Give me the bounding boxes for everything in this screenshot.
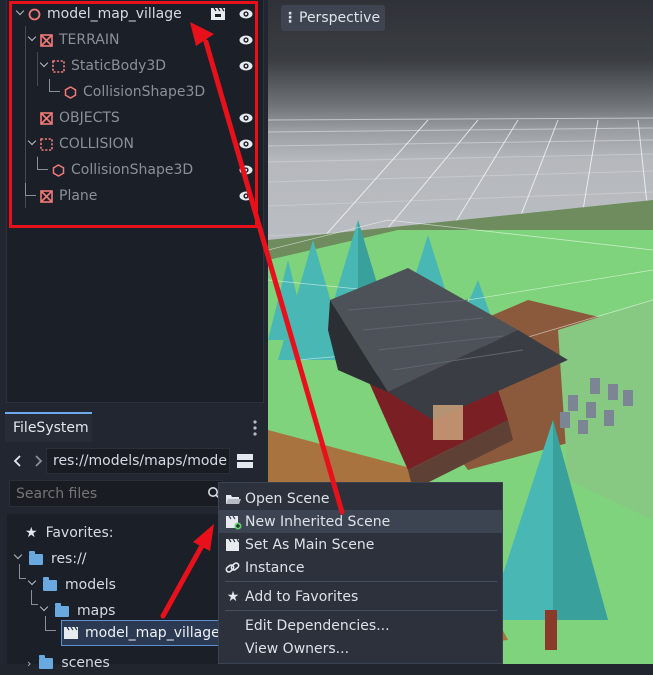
context-menu: Open Scene New Inherited Scene Set As Ma… [218, 482, 503, 664]
folder-label: models [65, 577, 116, 593]
chevron-down-icon[interactable] [27, 138, 37, 148]
search-files-input[interactable] [9, 480, 223, 507]
tree-node-objects[interactable]: OBJECTS [7, 105, 263, 131]
kebab-menu-icon: ⋮ [283, 10, 297, 26]
tree-branch [49, 79, 60, 92]
favorites-item[interactable]: ★ Favorites: [25, 521, 114, 545]
mesh-instance-icon [40, 112, 53, 125]
folder-scenes[interactable]: › scenes [27, 651, 110, 675]
tree-branch [31, 590, 38, 605]
tab-filesystem[interactable]: FileSystem [5, 412, 92, 442]
scene-clapper-icon[interactable] [210, 7, 226, 21]
perspective-button[interactable]: ⋮ Perspective [281, 5, 385, 31]
clapper-icon [226, 538, 240, 551]
split-view-icon[interactable] [236, 451, 254, 471]
folder-label: maps [77, 603, 116, 619]
tree-node-collision[interactable]: COLLISION [7, 131, 263, 157]
tree-node-label: TERRAIN [59, 32, 120, 48]
tree-branch [19, 564, 26, 579]
mesh-instance-icon [40, 34, 53, 47]
inherited-scene-icon [226, 515, 242, 529]
tree-node-label: Plane [59, 188, 98, 204]
visibility-eye-icon[interactable] [239, 59, 253, 73]
menu-item-edit-dependencies[interactable]: Edit Dependencies... [219, 614, 502, 637]
visibility-eye-icon[interactable] [239, 137, 253, 151]
tree-node-label: StaticBody3D [71, 58, 167, 74]
menu-item-view-owners[interactable]: View Owners... [219, 637, 502, 660]
tree-node-label: OBJECTS [59, 110, 120, 126]
tree-node-model-map-village[interactable]: model_map_village [7, 1, 263, 27]
chevron-down-icon[interactable] [39, 60, 49, 70]
chevron-right-icon[interactable]: › [27, 657, 31, 670]
tab-label: FileSystem [13, 420, 89, 436]
visibility-eye-icon[interactable] [239, 33, 253, 47]
forward-arrow-icon[interactable] [32, 454, 44, 468]
tree-node-collisionshape3d[interactable]: CollisionShape3D [7, 157, 263, 183]
tree-node-plane[interactable]: Plane [7, 183, 263, 209]
chevron-down-icon[interactable] [15, 8, 25, 18]
tree-branch [25, 183, 36, 196]
menu-item-spacer [224, 618, 242, 634]
visibility-eye-icon[interactable] [239, 189, 253, 203]
mesh-instance-icon [40, 190, 53, 203]
back-arrow-icon[interactable] [12, 454, 24, 468]
menu-separator [225, 610, 497, 611]
tree-node-label: CollisionShape3D [83, 84, 206, 100]
scene-tree: model_map_village TERRAIN StaticBody3D C… [6, 0, 264, 403]
visibility-eye-icon[interactable] [239, 163, 253, 177]
menu-item-open-scene[interactable]: Open Scene [219, 487, 502, 510]
file-label: model_map_village.g [85, 625, 234, 641]
link-icon [225, 561, 240, 573]
scene-file-icon [64, 626, 78, 639]
menu-item-add-to-favorites[interactable]: ★ Add to Favorites [219, 585, 502, 608]
favorites-label: Favorites: [45, 525, 114, 541]
folder-label: res:// [51, 551, 87, 567]
chevron-down-icon[interactable] [39, 604, 49, 614]
folder-icon [29, 550, 43, 565]
collision-shape-icon [52, 164, 65, 177]
folder-icon [39, 654, 54, 669]
tree-branch [45, 616, 56, 631]
tree-node-collisionshape3d[interactable]: CollisionShape3D [7, 79, 263, 105]
menu-item-new-inherited-scene[interactable]: New Inherited Scene [219, 510, 502, 533]
chevron-down-icon[interactable] [13, 552, 23, 562]
scene-tree-panel: model_map_village TERRAIN StaticBody3D C… [0, 0, 268, 408]
tree-node-label: model_map_village [47, 6, 182, 22]
file-model-map-village[interactable]: model_map_village.g [63, 621, 233, 645]
visibility-eye-icon[interactable] [239, 111, 253, 125]
menu-item-spacer [224, 641, 242, 657]
folder-icon [55, 602, 69, 617]
tree-node-terrain[interactable]: TERRAIN [7, 27, 263, 53]
perspective-label: Perspective [299, 10, 381, 26]
dock-menu-icon[interactable] [248, 418, 262, 438]
star-icon: ★ [226, 588, 240, 605]
folder-open-icon [226, 494, 241, 504]
folder-models[interactable]: models [27, 573, 116, 597]
chevron-down-icon[interactable] [27, 578, 37, 588]
static-body-icon [52, 60, 65, 73]
menu-item-set-as-main-scene[interactable]: Set As Main Scene [219, 533, 502, 556]
tree-node-label: CollisionShape3D [71, 162, 194, 178]
collision-shape-icon [64, 86, 77, 99]
folder-label: scenes [61, 655, 110, 671]
folder-icon [43, 576, 57, 591]
star-icon: ★ [25, 525, 38, 541]
node3d-icon [28, 8, 41, 21]
tree-branch [37, 157, 48, 170]
menu-item-instance[interactable]: Instance [219, 556, 502, 579]
path-field[interactable]: res://models/maps/mode [46, 448, 230, 474]
visibility-eye-icon[interactable] [239, 7, 253, 21]
menu-separator [225, 581, 497, 582]
chevron-down-icon[interactable] [27, 34, 37, 44]
tree-node-label: COLLISION [59, 136, 135, 152]
static-body-icon [40, 138, 53, 151]
tree-node-staticbody3d[interactable]: StaticBody3D [7, 53, 263, 79]
